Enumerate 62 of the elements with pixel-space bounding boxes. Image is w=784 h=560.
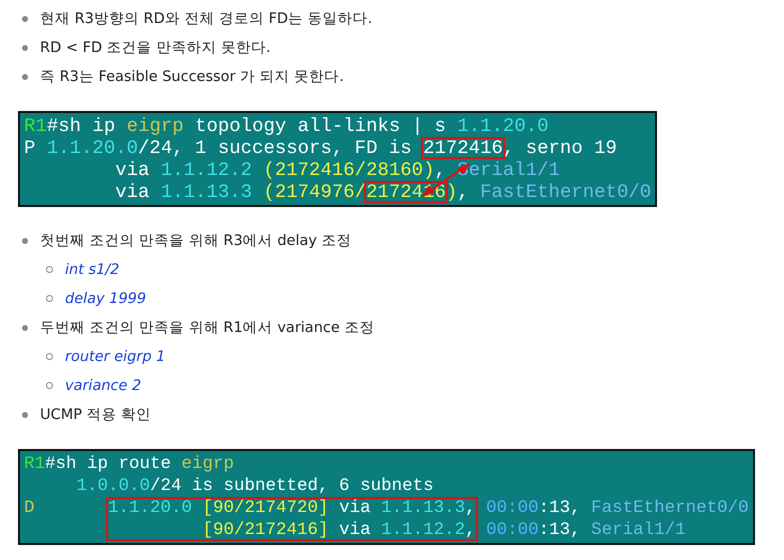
terminal-text: , bbox=[465, 497, 476, 519]
terminal-text: R1 bbox=[24, 115, 47, 137]
bullet-icon bbox=[46, 382, 53, 389]
terminal-text: 1.1.13.3 bbox=[381, 497, 466, 519]
terminal-text: FastEthernet0/0 bbox=[480, 181, 652, 203]
terminal-text: /24, 1 successors, FD is bbox=[138, 137, 413, 159]
terminal-text: :13, bbox=[538, 497, 582, 519]
terminal-text: 1.1.20.0 bbox=[46, 137, 138, 159]
terminal-text: [90/2174720] bbox=[202, 497, 329, 519]
terminal-text: 1.0.0.0 bbox=[76, 475, 150, 497]
bullet-icon bbox=[22, 16, 28, 22]
bullet-icon bbox=[22, 412, 28, 418]
terminal-text: D bbox=[24, 497, 36, 519]
terminal-text: via bbox=[114, 159, 150, 181]
terminal-text: via bbox=[338, 519, 372, 541]
terminal-text: [90/2172416] bbox=[202, 519, 329, 541]
bullet-text: 즉 R3는 Feasible Successor 가 되지 못한다. bbox=[40, 68, 344, 86]
command-text: delay 1999 bbox=[65, 290, 146, 306]
command-text: router eigrp 1 bbox=[65, 348, 166, 364]
terminal-text: via bbox=[338, 497, 372, 519]
terminal-text: 1.1.12.2 bbox=[160, 159, 252, 181]
terminal-text: 1.1.12.2 bbox=[381, 519, 466, 541]
terminal-text: , serno 19 bbox=[502, 137, 617, 159]
terminal-text: :13, bbox=[538, 519, 582, 541]
bullet-icon bbox=[22, 74, 28, 80]
terminal-text: 1.1.13.3 bbox=[160, 181, 252, 203]
command-text: int s1/2 bbox=[65, 262, 120, 278]
highlighted-value: 2172416 bbox=[421, 137, 505, 159]
terminal-text: /24 is subnetted, 6 subnets bbox=[150, 475, 434, 497]
terminal-text: (2172416/28160) bbox=[262, 159, 434, 181]
terminal-text: eigrp bbox=[182, 453, 234, 475]
bullet-text: 첫번째 조건의 만족을 위해 R3에서 delay 조정 bbox=[40, 232, 352, 250]
bullet-text: RD < FD 조건을 만족하지 못한다. bbox=[40, 39, 271, 57]
terminal-text: ) bbox=[446, 181, 458, 203]
terminal-text: (2174976/ bbox=[262, 181, 366, 203]
bullet-icon bbox=[46, 353, 53, 360]
command-text: variance 2 bbox=[65, 378, 142, 394]
terminal-text: FastEthernet0/0 bbox=[591, 497, 749, 519]
terminal-text: 00:00 bbox=[485, 497, 539, 519]
terminal-text: topology all-links | s bbox=[194, 115, 447, 137]
terminal-text: , bbox=[457, 181, 470, 203]
bullet-text: 현재 R3방향의 RD와 전체 경로의 FD는 동일하다. bbox=[40, 10, 372, 28]
terminal-text: Serial1/1 bbox=[591, 519, 686, 541]
terminal-text: #sh ip bbox=[46, 115, 116, 137]
terminal-text: 1.1.20.0 bbox=[457, 115, 549, 137]
bullet-icon bbox=[22, 324, 28, 330]
terminal-text: #sh ip route bbox=[45, 453, 172, 475]
terminal-text: , bbox=[465, 519, 476, 541]
terminal-text: R1 bbox=[24, 453, 46, 475]
terminal-text: 1.1.20.0 bbox=[108, 497, 194, 519]
bullet-text: UCMP 적용 확인 bbox=[40, 406, 152, 424]
terminal-text: P bbox=[24, 137, 36, 159]
terminal-text: , bbox=[434, 159, 447, 181]
bullet-icon bbox=[22, 238, 28, 244]
bullet-text: 두번째 조건의 만족을 위해 R1에서 variance 조정 bbox=[40, 319, 374, 337]
bullet-icon bbox=[22, 44, 28, 50]
terminal-text: eigrp bbox=[126, 115, 184, 137]
terminal-text: 00:00 bbox=[485, 519, 539, 541]
terminal-text: Serial1/1 bbox=[457, 159, 560, 181]
bullet-icon bbox=[46, 266, 53, 273]
terminal-text: via bbox=[114, 181, 150, 203]
bullet-icon bbox=[46, 295, 53, 302]
